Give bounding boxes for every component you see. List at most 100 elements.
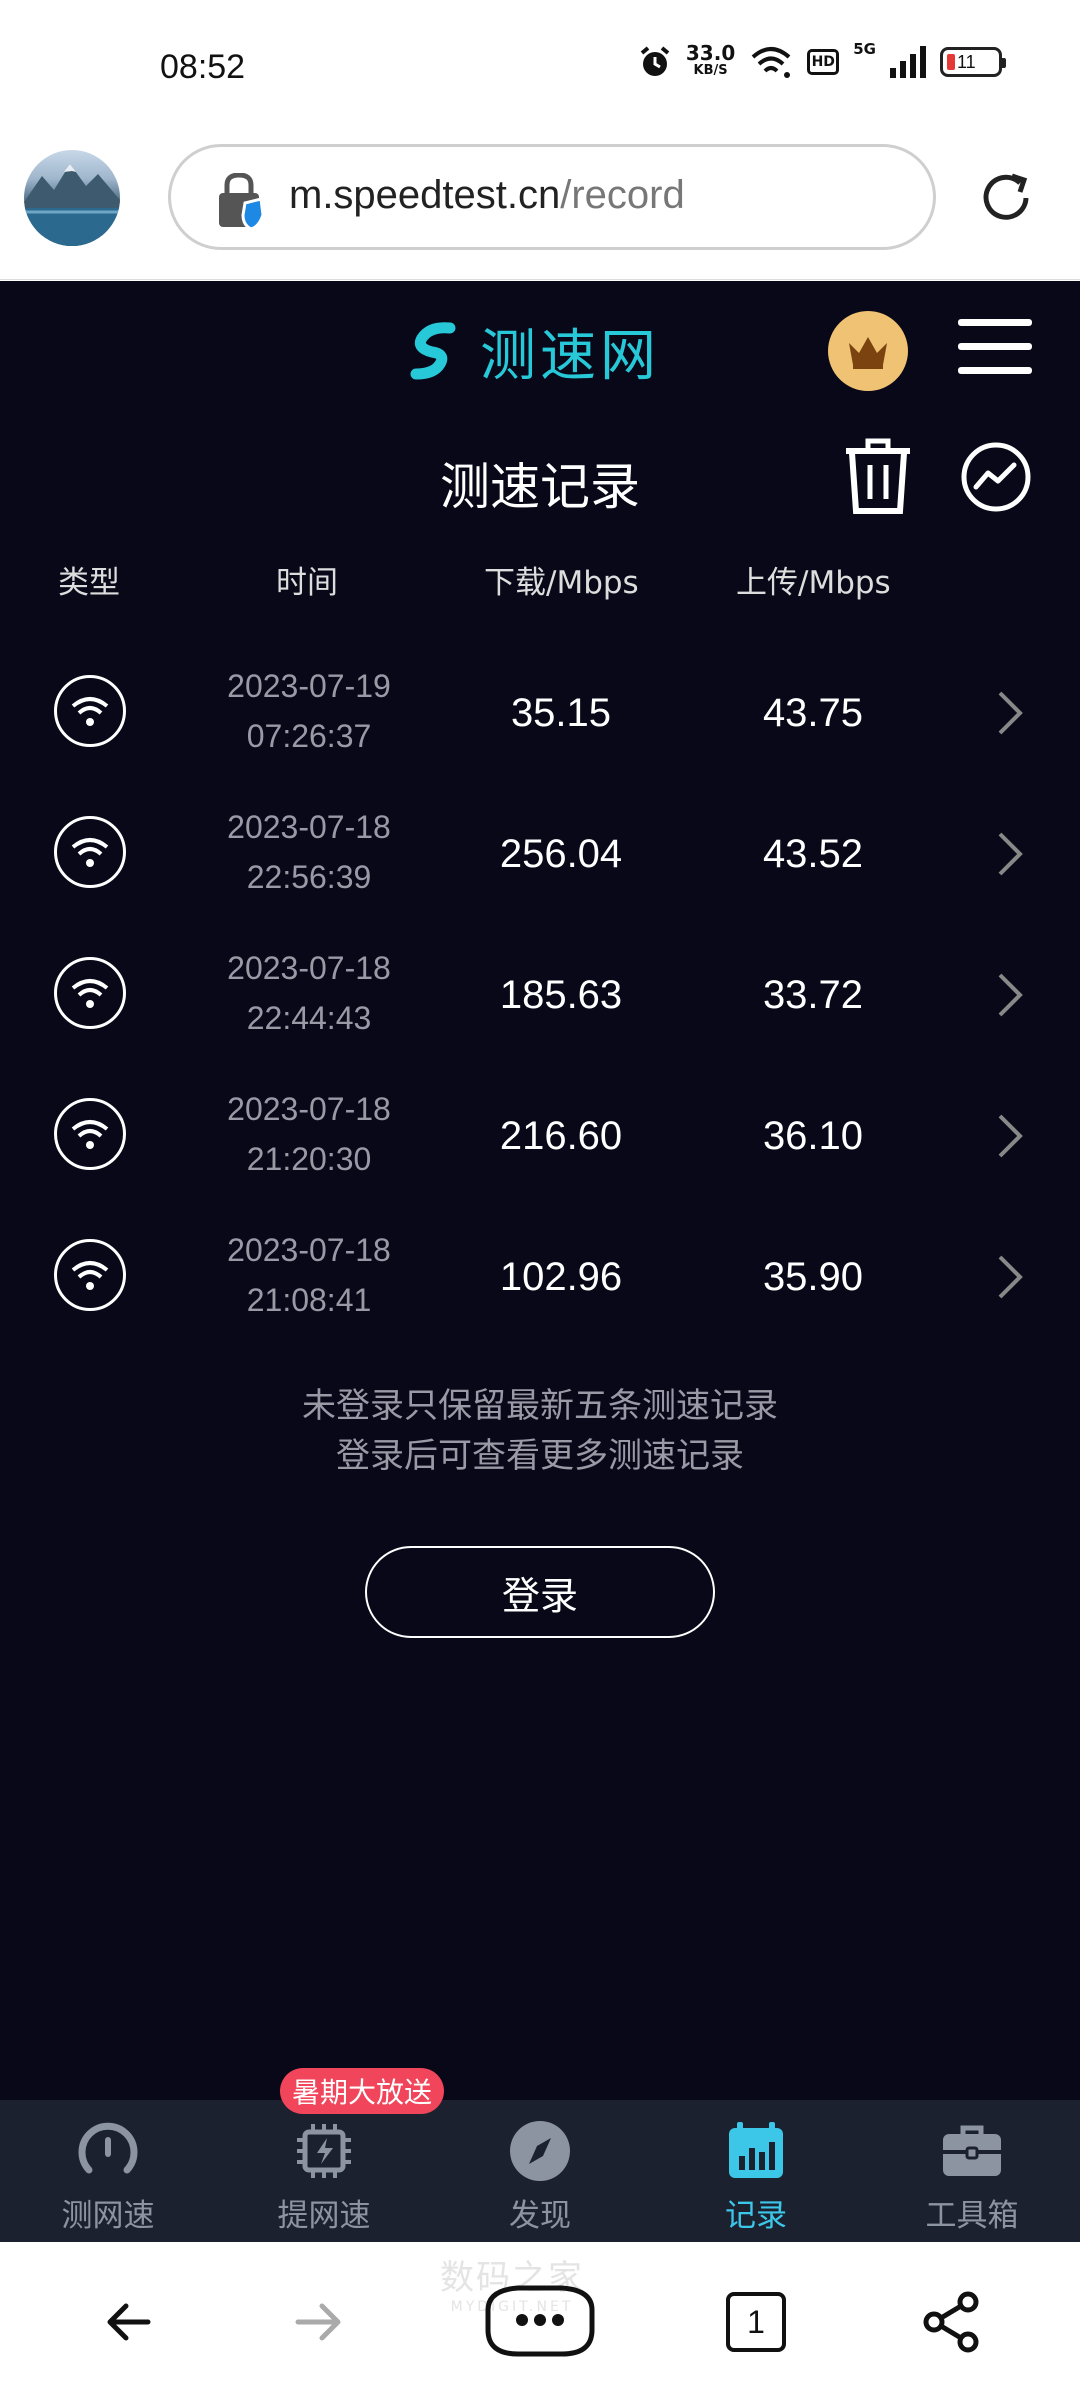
brand-logo[interactable]: 测速网	[406, 311, 660, 392]
table-header: 类型 时间 下载/Mbps 上传/Mbps	[0, 557, 1080, 607]
status-icons: 33.0 KB/S HD 5G 11	[638, 40, 1006, 80]
record-time: 2023-07-19 07:26:37	[200, 661, 418, 761]
tab-boost[interactable]: 提网速	[216, 2100, 432, 2242]
wifi-icon	[54, 675, 126, 747]
record-clock: 21:20:30	[246, 1141, 372, 1177]
hd-badge: HD	[807, 49, 840, 75]
table-row[interactable]: 2023-07-18 21:20:30 216.60 36.10	[0, 1074, 1080, 1214]
download-value: 102.96	[499, 1255, 623, 1299]
avatar[interactable]	[24, 150, 120, 246]
tab-label: 测网速	[61, 2198, 155, 2234]
wifi-icon	[54, 1098, 126, 1170]
tab-label: 记录	[725, 2198, 787, 2234]
battery-icon: 11	[940, 47, 1006, 77]
col-time: 时间	[276, 565, 338, 601]
network-type: 5G	[853, 40, 876, 58]
tab-speedtest[interactable]: 测网速	[0, 2100, 216, 2242]
download-value: 256.04	[499, 832, 623, 876]
wifi-icon	[54, 1239, 126, 1311]
reload-icon[interactable]	[976, 168, 1036, 228]
chevron-right-icon	[998, 1114, 1023, 1158]
notice-line-1: 未登录只保留最新五条测速记录	[302, 1386, 778, 1426]
status-bar: 08:52 33.0 KB/S HD 5G 11	[0, 0, 1080, 140]
download-value: 216.60	[499, 1114, 623, 1158]
tab-label: 工具箱	[925, 2198, 1019, 2234]
record-time: 2023-07-18 22:44:43	[200, 943, 418, 1043]
table-row[interactable]: 2023-07-18 22:44:43 185.63 33.72	[0, 933, 1080, 1073]
trash-icon[interactable]	[842, 437, 914, 515]
menu-button[interactable]	[958, 319, 1032, 377]
record-time: 2023-07-18 21:20:30	[200, 1084, 418, 1184]
table-row[interactable]: 2023-07-18 21:08:41 102.96 35.90	[0, 1215, 1080, 1355]
browser-nav-bar: 数码之家 MYDIGIT.NET 1	[0, 2242, 1080, 2400]
tabs-count-button[interactable]: 1	[726, 2292, 786, 2352]
wifi-icon	[751, 47, 791, 78]
table-row[interactable]: 2023-07-19 07:26:37 35.15 43.75	[0, 651, 1080, 791]
wifi-icon	[54, 957, 126, 1029]
tab-records[interactable]: 记录	[648, 2100, 864, 2242]
back-arrow-icon[interactable]	[94, 2286, 166, 2358]
menu-line	[958, 343, 1032, 350]
promo-badge[interactable]: 暑期大放送	[280, 2068, 445, 2114]
bar-chart-icon	[729, 2122, 783, 2178]
chevron-right-icon	[998, 1255, 1023, 1299]
record-date: 2023-07-18	[227, 809, 391, 845]
record-date: 2023-07-18	[227, 1091, 391, 1127]
upload-value: 35.90	[762, 1255, 864, 1299]
speedtest-logo-icon	[410, 321, 456, 379]
net-speed: 33.0 KB/S	[685, 41, 736, 80]
net-speed-unit: KB/S	[693, 63, 728, 78]
tab-discover[interactable]: 发现	[432, 2100, 648, 2242]
col-type: 类型	[58, 565, 120, 601]
status-time: 08:52	[160, 48, 246, 86]
tab-toolbox[interactable]: 工具箱	[864, 2100, 1080, 2242]
speedtest-page: 测速网 测速记录 类型 时间 下载/Mbps 上传/Mbps 2023-07-1…	[0, 281, 1080, 2100]
compass-icon	[510, 2121, 570, 2181]
chevron-right-icon	[998, 973, 1023, 1017]
download-value: 185.63	[499, 973, 623, 1017]
trend-chart-icon[interactable]	[960, 441, 1032, 513]
speedometer-icon	[78, 2122, 138, 2174]
tab-label: 提网速	[277, 2198, 371, 2234]
col-upload: 上传/Mbps	[736, 565, 891, 601]
login-button[interactable]: 登录	[365, 1546, 715, 1638]
upload-value: 36.10	[762, 1114, 864, 1158]
page-title: 测速记录	[440, 458, 640, 516]
tab-label: 发现	[509, 2198, 571, 2234]
bottom-tab-bar: 测网速 提网速 发现 记录 工具箱	[0, 2100, 1080, 2242]
signal-icon	[890, 46, 926, 78]
record-clock: 07:26:37	[246, 718, 372, 754]
chevron-right-icon	[998, 691, 1023, 735]
upload-value: 43.75	[762, 691, 864, 735]
wifi-icon	[54, 816, 126, 888]
download-value: 35.15	[510, 691, 612, 735]
url-text: m.speedtest.cn/record	[289, 173, 685, 218]
lock-shield-icon	[219, 173, 265, 231]
record-time: 2023-07-18 21:08:41	[200, 1225, 418, 1325]
record-clock: 22:44:43	[246, 1000, 372, 1036]
record-clock: 22:56:39	[246, 859, 372, 895]
forward-arrow-icon[interactable]	[282, 2286, 354, 2358]
toolbox-icon	[943, 2125, 1001, 2176]
share-icon[interactable]	[916, 2286, 988, 2358]
upload-value: 33.72	[762, 973, 864, 1017]
brand-name: 测速网	[480, 324, 660, 389]
crown-icon	[849, 337, 887, 369]
battery-level: 11	[957, 51, 976, 72]
more-options-icon[interactable]	[478, 2280, 602, 2364]
url-path: /record	[560, 173, 685, 217]
url-field[interactable]: m.speedtest.cn/record	[168, 144, 936, 250]
record-date: 2023-07-18	[227, 950, 391, 986]
chevron-right-icon	[998, 832, 1023, 876]
alarm-icon	[640, 46, 670, 76]
record-date: 2023-07-18	[227, 1232, 391, 1268]
table-row[interactable]: 2023-07-18 22:56:39 256.04 43.52	[0, 792, 1080, 932]
net-speed-value: 33.0	[685, 41, 736, 65]
record-time: 2023-07-18 22:56:39	[200, 802, 418, 902]
menu-line	[958, 367, 1032, 374]
vip-crown-button[interactable]	[828, 311, 908, 391]
upload-value: 43.52	[762, 832, 864, 876]
menu-line	[958, 319, 1032, 326]
record-date: 2023-07-19	[227, 668, 391, 704]
url-host: m.speedtest.cn	[289, 173, 561, 217]
